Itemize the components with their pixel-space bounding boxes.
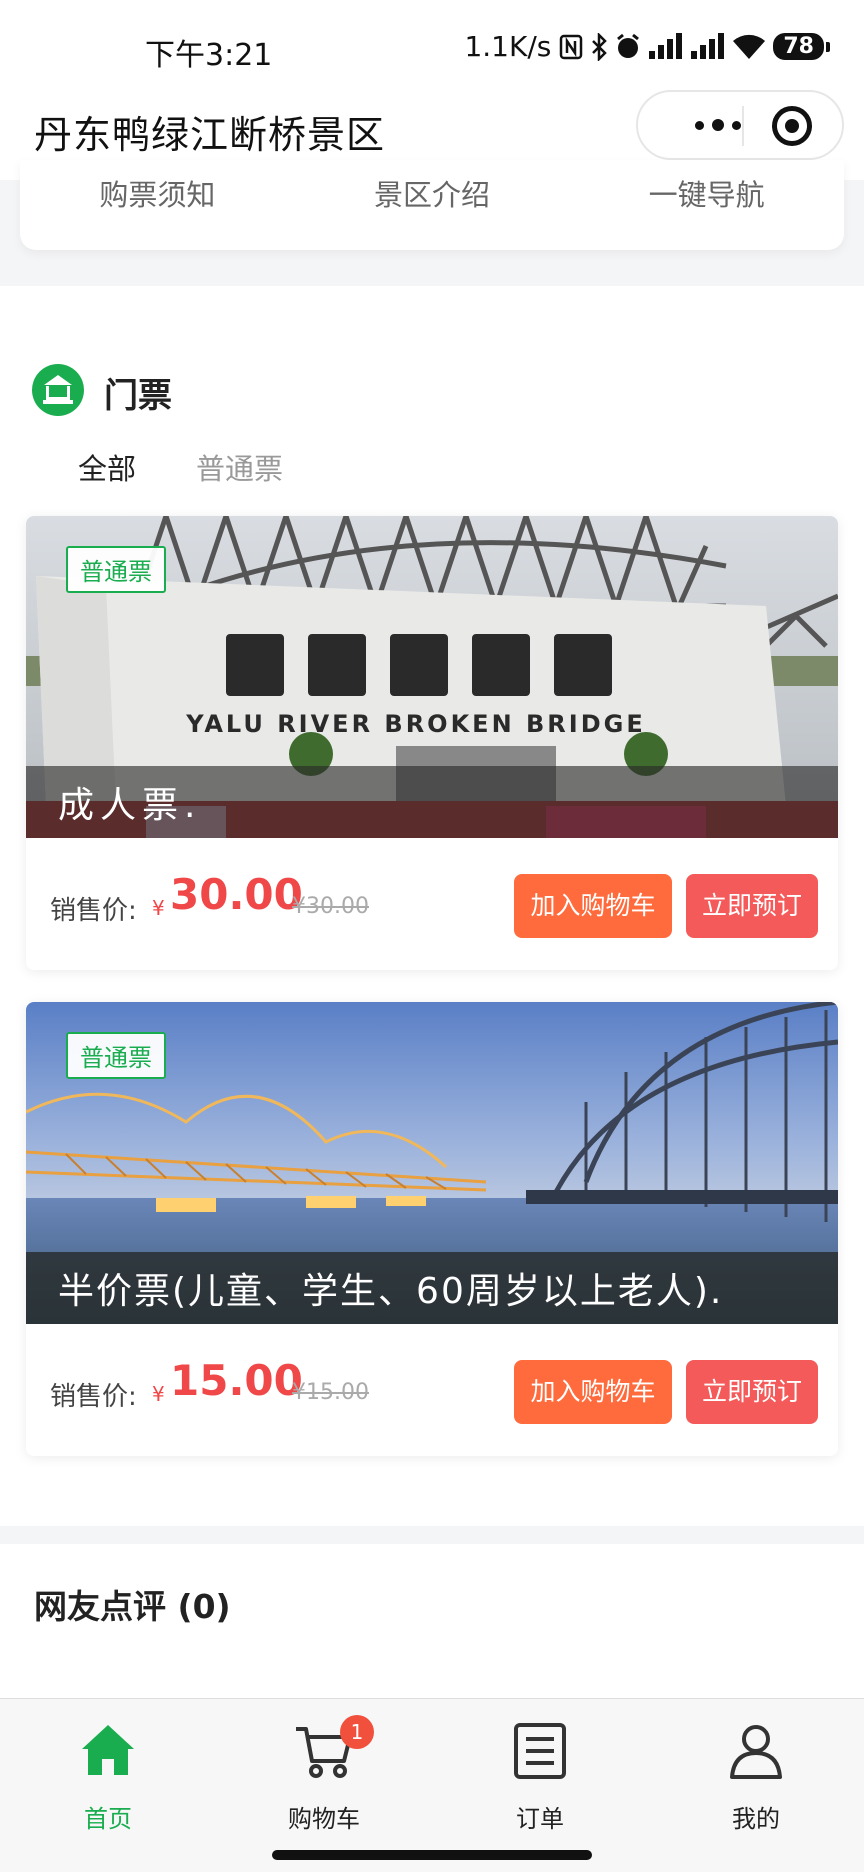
tickets-section: 门票 全部 普通票 YALU RIVER BROKEN BRIDGE 普通票 成…	[0, 286, 864, 1526]
wifi-icon	[733, 34, 766, 59]
tab-all[interactable]: 全部	[78, 446, 136, 488]
ticket-card[interactable]: YALU RIVER BROKEN BRIDGE 普通票 成人票. 销售价: ¥…	[26, 516, 838, 970]
currency-symbol: ¥	[152, 1382, 165, 1406]
sale-price: 15.00	[170, 1356, 303, 1405]
price-label: 销售价:	[50, 896, 137, 926]
signal-icon	[649, 32, 683, 59]
quick-links-card: 购票须知 景区介绍 一键导航	[20, 160, 844, 250]
tab-normal-ticket[interactable]: 普通票	[196, 446, 283, 488]
signal-icon-2	[691, 32, 725, 59]
user-icon	[730, 1725, 782, 1779]
more-options-icon[interactable]	[668, 92, 768, 158]
bluetooth-icon	[592, 32, 608, 61]
cart-count-badge: 1	[340, 1715, 374, 1749]
ticket-type-tag: 普通票	[66, 546, 166, 593]
section-title: 门票	[104, 376, 172, 416]
navigation-link[interactable]: 一键导航	[569, 160, 844, 250]
add-to-cart-button[interactable]: 加入购物车	[514, 1360, 672, 1424]
price-row: 销售价: ¥ 15.00 ¥15.00 加入购物车 立即预订	[26, 1324, 838, 1456]
page-title: 丹东鸭绿江断桥景区	[34, 113, 386, 157]
book-now-button[interactable]: 立即预订	[686, 1360, 818, 1424]
ticket-name: 成人票.	[58, 785, 202, 826]
tab-home[interactable]: 首页	[0, 1699, 216, 1872]
sale-price: 30.00	[170, 870, 303, 919]
scenic-intro-link[interactable]: 景区介绍	[295, 160, 570, 250]
mini-program-capsule	[636, 90, 844, 160]
ticket-name-strip: 半价票(儿童、学生、60周岁以上老人).	[26, 1252, 838, 1324]
price-label: 销售价:	[50, 1382, 137, 1412]
ticket-type-tag: 普通票	[66, 1032, 166, 1079]
status-bar: 下午3:21 1.1K/s 78	[0, 0, 864, 96]
home-indicator	[272, 1850, 592, 1860]
tab-cart[interactable]: 1 购物车	[216, 1699, 432, 1872]
capsule-divider	[742, 106, 744, 146]
battery-level: 78	[773, 33, 830, 60]
nfc-icon	[560, 34, 583, 59]
tab-profile[interactable]: 我的	[648, 1699, 864, 1872]
tab-orders-label: 订单	[516, 1805, 564, 1833]
alarm-icon	[617, 33, 640, 58]
currency-symbol: ¥	[152, 896, 165, 920]
original-price: ¥15.00	[292, 1380, 369, 1405]
tab-home-label: 首页	[84, 1805, 132, 1833]
original-price: ¥30.00	[292, 894, 369, 919]
ticket-name-strip: 成人票.	[26, 766, 838, 838]
network-speed: 1.1K/s	[464, 30, 552, 63]
svg-text:YALU RIVER BROKEN BRIDGE: YALU RIVER BROKEN BRIDGE	[185, 710, 645, 738]
bottom-tab-bar: 首页 1 购物车 订单 我的	[0, 1698, 864, 1872]
reviews-section: 网友点评 (0)	[0, 1544, 864, 1700]
price-row: 销售价: ¥ 30.00 ¥30.00 加入购物车 立即预订	[26, 838, 838, 970]
reviews-title[interactable]: 网友点评 (0)	[34, 1580, 231, 1628]
ticket-image: YALU RIVER BROKEN BRIDGE 普通票 成人票.	[26, 516, 838, 838]
order-list-icon	[514, 1723, 566, 1779]
ticket-notice-link[interactable]: 购票须知	[20, 160, 295, 250]
tab-profile-label: 我的	[732, 1805, 780, 1833]
tab-cart-label: 购物车	[288, 1805, 360, 1833]
ticket-gate-icon	[32, 364, 84, 416]
ticket-image: 普通票 半价票(儿童、学生、60周岁以上老人).	[26, 1002, 838, 1324]
ticket-card[interactable]: 普通票 半价票(儿童、学生、60周岁以上老人). 销售价: ¥ 15.00 ¥1…	[26, 1002, 838, 1456]
tab-orders[interactable]: 订单	[432, 1699, 648, 1872]
ticket-name: 半价票(儿童、学生、60周岁以上老人).	[58, 1271, 724, 1312]
book-now-button[interactable]: 立即预订	[686, 874, 818, 938]
status-icons: 1.1K/s 78	[464, 30, 830, 63]
add-to-cart-button[interactable]: 加入购物车	[514, 874, 672, 938]
home-icon	[82, 1725, 134, 1775]
status-time: 下午3:21	[145, 38, 273, 73]
close-mini-program-icon[interactable]	[772, 106, 812, 146]
